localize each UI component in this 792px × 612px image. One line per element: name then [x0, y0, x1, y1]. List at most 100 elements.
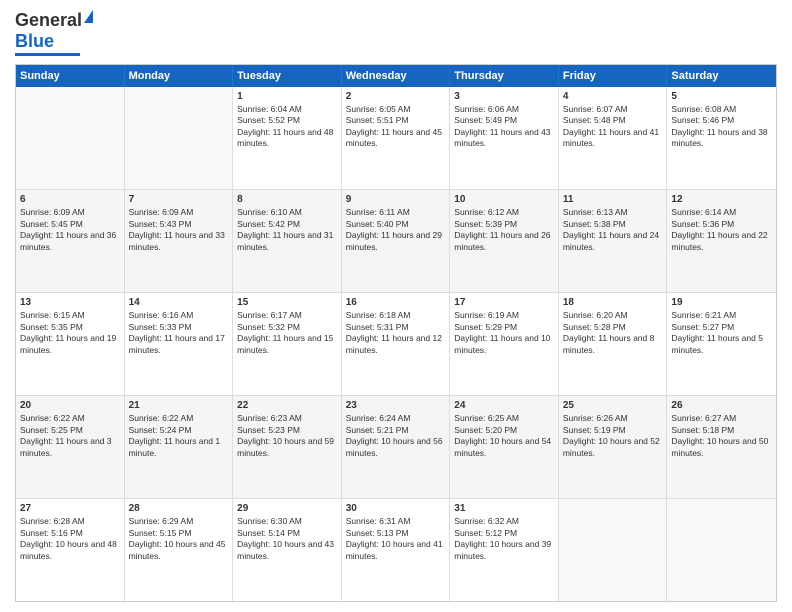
daylight-text: Daylight: 10 hours and 45 minutes.	[129, 539, 226, 560]
daylight-text: Daylight: 10 hours and 50 minutes.	[671, 436, 768, 457]
day-number: 15	[237, 296, 337, 310]
day-cell-28: 28Sunrise: 6:29 AMSunset: 5:15 PMDayligh…	[125, 499, 234, 601]
day-cell-5: 5Sunrise: 6:08 AMSunset: 5:46 PMDaylight…	[667, 87, 776, 189]
sunset-text: Sunset: 5:16 PM	[20, 528, 83, 538]
header: General Blue	[15, 10, 777, 56]
day-cell-10: 10Sunrise: 6:12 AMSunset: 5:39 PMDayligh…	[450, 190, 559, 292]
day-number: 4	[563, 90, 663, 104]
daylight-text: Daylight: 11 hours and 26 minutes.	[454, 230, 550, 251]
sunset-text: Sunset: 5:48 PM	[563, 115, 626, 125]
sunset-text: Sunset: 5:49 PM	[454, 115, 517, 125]
weekday-header-thursday: Thursday	[450, 65, 559, 87]
sunset-text: Sunset: 5:13 PM	[346, 528, 409, 538]
daylight-text: Daylight: 11 hours and 43 minutes.	[454, 127, 550, 148]
sunrise-text: Sunrise: 6:14 AM	[671, 207, 736, 217]
daylight-text: Daylight: 10 hours and 39 minutes.	[454, 539, 551, 560]
daylight-text: Daylight: 11 hours and 10 minutes.	[454, 333, 550, 354]
daylight-text: Daylight: 11 hours and 17 minutes.	[129, 333, 225, 354]
sunrise-text: Sunrise: 6:18 AM	[346, 310, 411, 320]
sunrise-text: Sunrise: 6:16 AM	[129, 310, 194, 320]
weekday-header-monday: Monday	[125, 65, 234, 87]
sunset-text: Sunset: 5:43 PM	[129, 219, 192, 229]
daylight-text: Daylight: 11 hours and 29 minutes.	[346, 230, 442, 251]
sunset-text: Sunset: 5:32 PM	[237, 322, 300, 332]
logo: General Blue	[15, 10, 93, 56]
sunrise-text: Sunrise: 6:11 AM	[346, 207, 410, 217]
empty-cell	[125, 87, 234, 189]
sunrise-text: Sunrise: 6:21 AM	[671, 310, 736, 320]
day-number: 18	[563, 296, 663, 310]
day-number: 16	[346, 296, 446, 310]
day-cell-12: 12Sunrise: 6:14 AMSunset: 5:36 PMDayligh…	[667, 190, 776, 292]
sunrise-text: Sunrise: 6:32 AM	[454, 516, 519, 526]
sunset-text: Sunset: 5:28 PM	[563, 322, 626, 332]
empty-cell	[559, 499, 668, 601]
day-cell-24: 24Sunrise: 6:25 AMSunset: 5:20 PMDayligh…	[450, 396, 559, 498]
sunrise-text: Sunrise: 6:09 AM	[129, 207, 194, 217]
sunset-text: Sunset: 5:46 PM	[671, 115, 734, 125]
daylight-text: Daylight: 10 hours and 56 minutes.	[346, 436, 443, 457]
day-number: 21	[129, 399, 229, 413]
logo-blue-text: Blue	[15, 31, 54, 52]
daylight-text: Daylight: 11 hours and 41 minutes.	[563, 127, 659, 148]
sunrise-text: Sunrise: 6:27 AM	[671, 413, 736, 423]
day-cell-6: 6Sunrise: 6:09 AMSunset: 5:45 PMDaylight…	[16, 190, 125, 292]
day-cell-16: 16Sunrise: 6:18 AMSunset: 5:31 PMDayligh…	[342, 293, 451, 395]
day-cell-18: 18Sunrise: 6:20 AMSunset: 5:28 PMDayligh…	[559, 293, 668, 395]
day-cell-1: 1Sunrise: 6:04 AMSunset: 5:52 PMDaylight…	[233, 87, 342, 189]
daylight-text: Daylight: 11 hours and 22 minutes.	[671, 230, 767, 251]
day-cell-29: 29Sunrise: 6:30 AMSunset: 5:14 PMDayligh…	[233, 499, 342, 601]
day-number: 11	[563, 193, 663, 207]
sunrise-text: Sunrise: 6:29 AM	[129, 516, 194, 526]
day-cell-27: 27Sunrise: 6:28 AMSunset: 5:16 PMDayligh…	[16, 499, 125, 601]
sunrise-text: Sunrise: 6:22 AM	[20, 413, 85, 423]
weekday-header-sunday: Sunday	[16, 65, 125, 87]
daylight-text: Daylight: 11 hours and 12 minutes.	[346, 333, 442, 354]
calendar-header: SundayMondayTuesdayWednesdayThursdayFrid…	[16, 65, 776, 87]
day-number: 29	[237, 502, 337, 516]
sunset-text: Sunset: 5:40 PM	[346, 219, 409, 229]
sunset-text: Sunset: 5:36 PM	[671, 219, 734, 229]
day-number: 23	[346, 399, 446, 413]
day-number: 27	[20, 502, 120, 516]
weekday-header-tuesday: Tuesday	[233, 65, 342, 87]
day-cell-7: 7Sunrise: 6:09 AMSunset: 5:43 PMDaylight…	[125, 190, 234, 292]
daylight-text: Daylight: 11 hours and 19 minutes.	[20, 333, 116, 354]
sunrise-text: Sunrise: 6:23 AM	[237, 413, 302, 423]
weekday-header-wednesday: Wednesday	[342, 65, 451, 87]
weekday-header-saturday: Saturday	[667, 65, 776, 87]
sunrise-text: Sunrise: 6:20 AM	[563, 310, 628, 320]
day-cell-30: 30Sunrise: 6:31 AMSunset: 5:13 PMDayligh…	[342, 499, 451, 601]
day-number: 8	[237, 193, 337, 207]
day-number: 22	[237, 399, 337, 413]
sunrise-text: Sunrise: 6:13 AM	[563, 207, 628, 217]
daylight-text: Daylight: 10 hours and 43 minutes.	[237, 539, 334, 560]
day-cell-20: 20Sunrise: 6:22 AMSunset: 5:25 PMDayligh…	[16, 396, 125, 498]
sunset-text: Sunset: 5:35 PM	[20, 322, 83, 332]
calendar-row-1: 1Sunrise: 6:04 AMSunset: 5:52 PMDaylight…	[16, 87, 776, 190]
sunset-text: Sunset: 5:15 PM	[129, 528, 192, 538]
sunset-text: Sunset: 5:20 PM	[454, 425, 517, 435]
sunrise-text: Sunrise: 6:04 AM	[237, 104, 302, 114]
daylight-text: Daylight: 10 hours and 59 minutes.	[237, 436, 334, 457]
day-cell-31: 31Sunrise: 6:32 AMSunset: 5:12 PMDayligh…	[450, 499, 559, 601]
day-number: 2	[346, 90, 446, 104]
empty-cell	[16, 87, 125, 189]
sunrise-text: Sunrise: 6:08 AM	[671, 104, 736, 114]
weekday-header-friday: Friday	[559, 65, 668, 87]
sunrise-text: Sunrise: 6:26 AM	[563, 413, 628, 423]
daylight-text: Daylight: 11 hours and 24 minutes.	[563, 230, 659, 251]
day-number: 26	[671, 399, 772, 413]
sunrise-text: Sunrise: 6:10 AM	[237, 207, 302, 217]
sunrise-text: Sunrise: 6:22 AM	[129, 413, 194, 423]
sunset-text: Sunset: 5:38 PM	[563, 219, 626, 229]
daylight-text: Daylight: 10 hours and 52 minutes.	[563, 436, 660, 457]
day-cell-19: 19Sunrise: 6:21 AMSunset: 5:27 PMDayligh…	[667, 293, 776, 395]
sunrise-text: Sunrise: 6:19 AM	[454, 310, 519, 320]
day-number: 17	[454, 296, 554, 310]
daylight-text: Daylight: 10 hours and 54 minutes.	[454, 436, 551, 457]
sunset-text: Sunset: 5:23 PM	[237, 425, 300, 435]
daylight-text: Daylight: 11 hours and 15 minutes.	[237, 333, 333, 354]
logo-general-text: General	[15, 10, 82, 31]
sunset-text: Sunset: 5:27 PM	[671, 322, 734, 332]
